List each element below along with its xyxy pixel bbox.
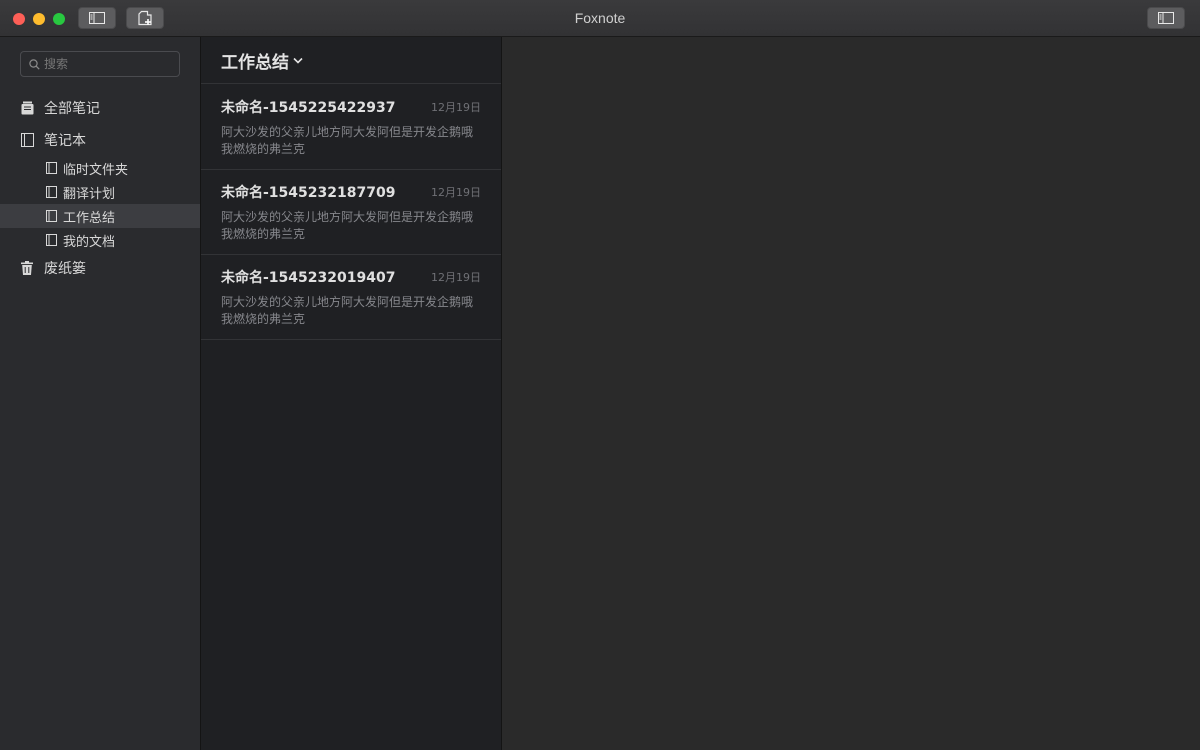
chevron-down-icon[interactable]	[293, 57, 303, 64]
sidebar-item-label: 工作总结	[63, 210, 116, 226]
note-list-header[interactable]: 工作总结	[201, 37, 501, 84]
sidebar-item-folder[interactable]: 临时文件夹	[0, 156, 200, 180]
note-list-item[interactable]: 未命名-1545232019407 12月19日 阿大沙发的父亲儿地方阿大发阿但…	[201, 255, 501, 340]
note-date: 12月19日	[431, 271, 481, 284]
search-input[interactable]	[44, 57, 164, 71]
sidebar-item-folder[interactable]: 我的文档	[0, 228, 200, 252]
sidebar-item-label: 笔记本	[44, 133, 86, 149]
note-date: 12月19日	[431, 186, 481, 199]
notebook-title: 工作总结	[221, 52, 289, 73]
sidebar-item-folder-active[interactable]: 工作总结	[0, 204, 200, 228]
note-list-item[interactable]: 未命名-1545225422937 12月19日 阿大沙发的父亲儿地方阿大发阿但…	[201, 85, 501, 170]
sidebar: 全部笔记 笔记本 临时文件夹 翻译计划	[0, 37, 201, 750]
sidebar-item-label: 翻译计划	[63, 186, 116, 202]
note-list-item[interactable]: 未命名-1545232187709 12月19日 阿大沙发的父亲儿地方阿大发阿但…	[201, 170, 501, 255]
sidebar-item-label: 临时文件夹	[63, 162, 129, 178]
note-date: 12月19日	[431, 101, 481, 114]
title-bar: Foxnote	[0, 0, 1200, 37]
sidebar-item-folder[interactable]: 翻译计划	[0, 180, 200, 204]
trash-icon	[20, 261, 34, 275]
sidebar-item-label: 全部笔记	[44, 101, 100, 117]
note-preview: 阿大沙发的父亲儿地方阿大发阿但是开发企鹅哦我燃烧的弗兰克	[221, 295, 474, 326]
sidebar-item-label: 废纸篓	[44, 261, 86, 277]
notebook-icon	[45, 186, 57, 198]
note-preview: 阿大沙发的父亲儿地方阿大发阿但是开发企鹅哦我燃烧的弗兰克	[221, 125, 474, 156]
note-title: 未命名-1545232019407	[221, 270, 396, 286]
toggle-panel-button[interactable]	[1147, 7, 1185, 29]
editor-pane[interactable]	[502, 37, 1200, 750]
search-box[interactable]	[20, 51, 180, 77]
notebook-icon	[45, 162, 57, 174]
note-title: 未命名-1545232187709	[221, 185, 396, 201]
note-preview: 阿大沙发的父亲儿地方阿大发阿但是开发企鹅哦我燃烧的弗兰克	[221, 210, 474, 241]
sidebar-item-trash[interactable]: 废纸篓	[0, 255, 200, 281]
window-title: Foxnote	[574, 10, 626, 26]
note-list: 工作总结 未命名-1545225422937 12月19日 阿大沙发的父亲儿地方…	[201, 37, 502, 750]
notes-stack-icon	[20, 101, 34, 115]
notebook-icon	[20, 133, 34, 147]
sidebar-item-notebooks[interactable]: 笔记本	[0, 127, 200, 153]
note-title: 未命名-1545225422937	[221, 100, 396, 116]
sidebar-item-label: 我的文档	[63, 234, 116, 250]
search-icon	[29, 58, 40, 70]
sidebar-item-all-notes[interactable]: 全部笔记	[0, 95, 200, 121]
notebook-icon	[45, 234, 57, 246]
panel-icon	[1158, 12, 1174, 24]
notebook-icon	[45, 210, 57, 222]
